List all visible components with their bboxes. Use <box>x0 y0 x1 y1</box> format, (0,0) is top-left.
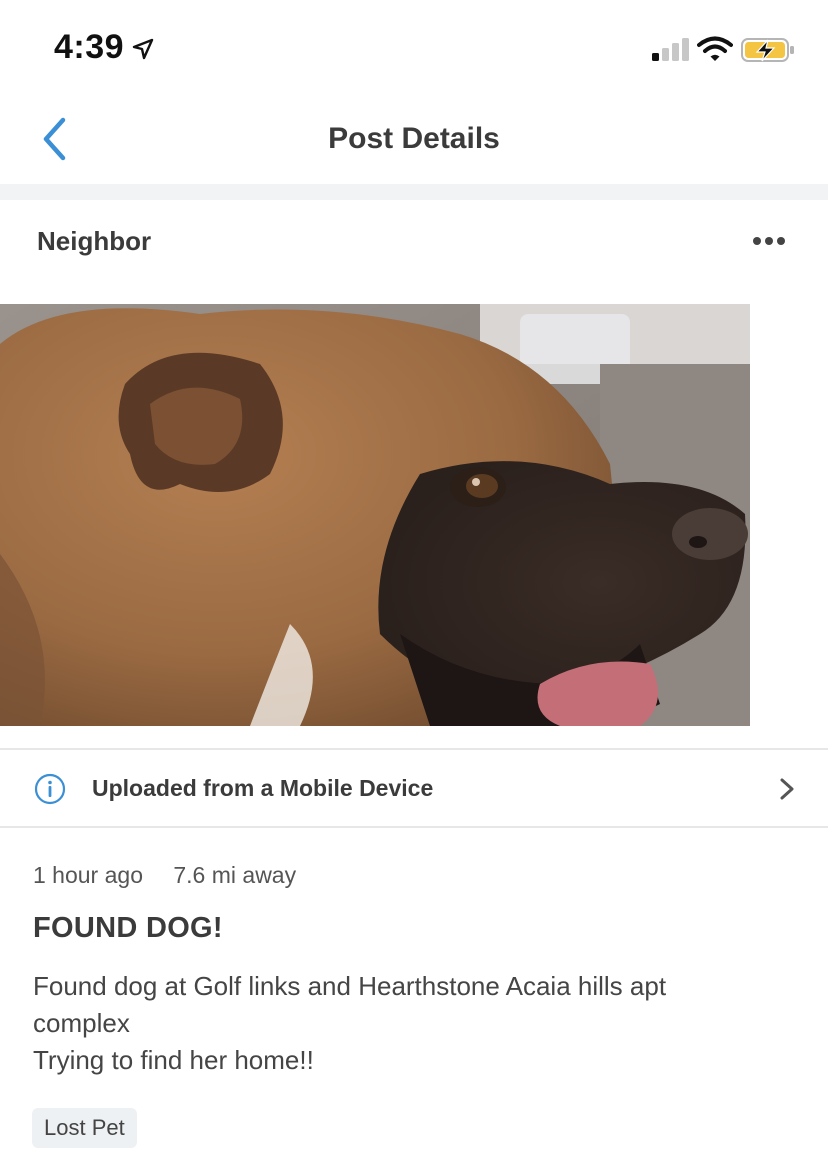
info-icon <box>34 773 66 805</box>
upload-info-row[interactable]: Uploaded from a Mobile Device <box>0 750 828 826</box>
nav-bar: Post Details <box>0 96 828 186</box>
post-body-line: complex <box>33 1008 130 1038</box>
chevron-right-icon <box>780 778 794 800</box>
upload-info-label: Uploaded from a Mobile Device <box>92 775 434 801</box>
status-bar: 4:39 <box>0 0 828 96</box>
post-header: Neighbor <box>0 200 828 304</box>
page-title: Post Details <box>328 122 500 155</box>
battery-charging-icon <box>741 38 794 62</box>
post-meta: 1 hour ago 7.6 mi away <box>33 862 320 889</box>
status-time: 4:39 <box>54 28 125 66</box>
post-time: 1 hour ago <box>33 862 143 888</box>
more-options-button[interactable] <box>748 226 790 256</box>
author-name: Neighbor <box>37 226 152 256</box>
post-distance: 7.6 mi away <box>173 862 297 888</box>
ellipsis-icon <box>753 237 761 245</box>
post-body-line: Found dog at Golf links and Hearthstone … <box>33 971 667 1001</box>
dog-photo <box>0 304 750 726</box>
category-tag[interactable]: Lost Pet <box>32 1108 137 1148</box>
post-body: Found dog at Golf links and Hearthstone … <box>33 968 793 1079</box>
location-arrow-icon <box>132 38 154 60</box>
post-body-line: Trying to find her home!! <box>33 1045 314 1075</box>
section-divider <box>0 184 828 200</box>
cellular-signal-icon <box>652 38 689 61</box>
post-photo[interactable] <box>0 304 750 726</box>
post-title: FOUND DOG! <box>33 912 223 944</box>
wifi-icon <box>697 36 733 61</box>
divider <box>0 826 828 828</box>
